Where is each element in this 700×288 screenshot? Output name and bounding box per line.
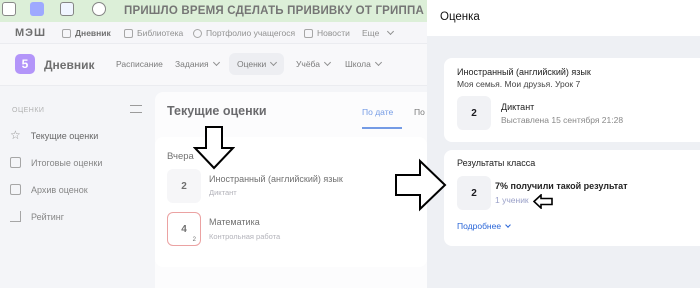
results-percent: 7% получили такой результат xyxy=(495,181,628,191)
panel-grade-badge: 2 xyxy=(457,96,491,130)
grade-details-panel: Оценка Иностранный (английский) язык Моя… xyxy=(427,0,700,288)
grade-info-card: Иностранный (английский) язык Моя семья.… xyxy=(444,58,700,142)
annotation-arrow-right-icon xyxy=(395,158,447,212)
annotation-arrow-left-icon xyxy=(533,194,553,209)
panel-title: Оценка xyxy=(440,11,480,23)
chevron-down-icon xyxy=(505,222,511,228)
annotation-arrow-down-icon xyxy=(193,126,235,170)
results-count-link[interactable]: 1 ученик xyxy=(495,195,529,205)
results-grade-badge: 2 xyxy=(457,176,491,210)
grade-value: 2 xyxy=(471,187,477,199)
panel-date: Выставлена 15 сентября 21:28 xyxy=(501,115,624,125)
class-results-card: Результаты класса 2 7% получили такой ре… xyxy=(444,150,700,246)
panel-kind: Диктант xyxy=(501,102,535,112)
more-label: Подробнее xyxy=(457,221,502,231)
results-heading: Результаты класса xyxy=(457,158,536,168)
grade-value: 2 xyxy=(471,107,477,119)
panel-subject: Иностранный (английский) язык xyxy=(457,67,591,77)
panel-topic: Моя семья. Мои друзья. Урок 7 xyxy=(457,79,581,89)
more-details-link[interactable]: Подробнее xyxy=(457,221,511,231)
